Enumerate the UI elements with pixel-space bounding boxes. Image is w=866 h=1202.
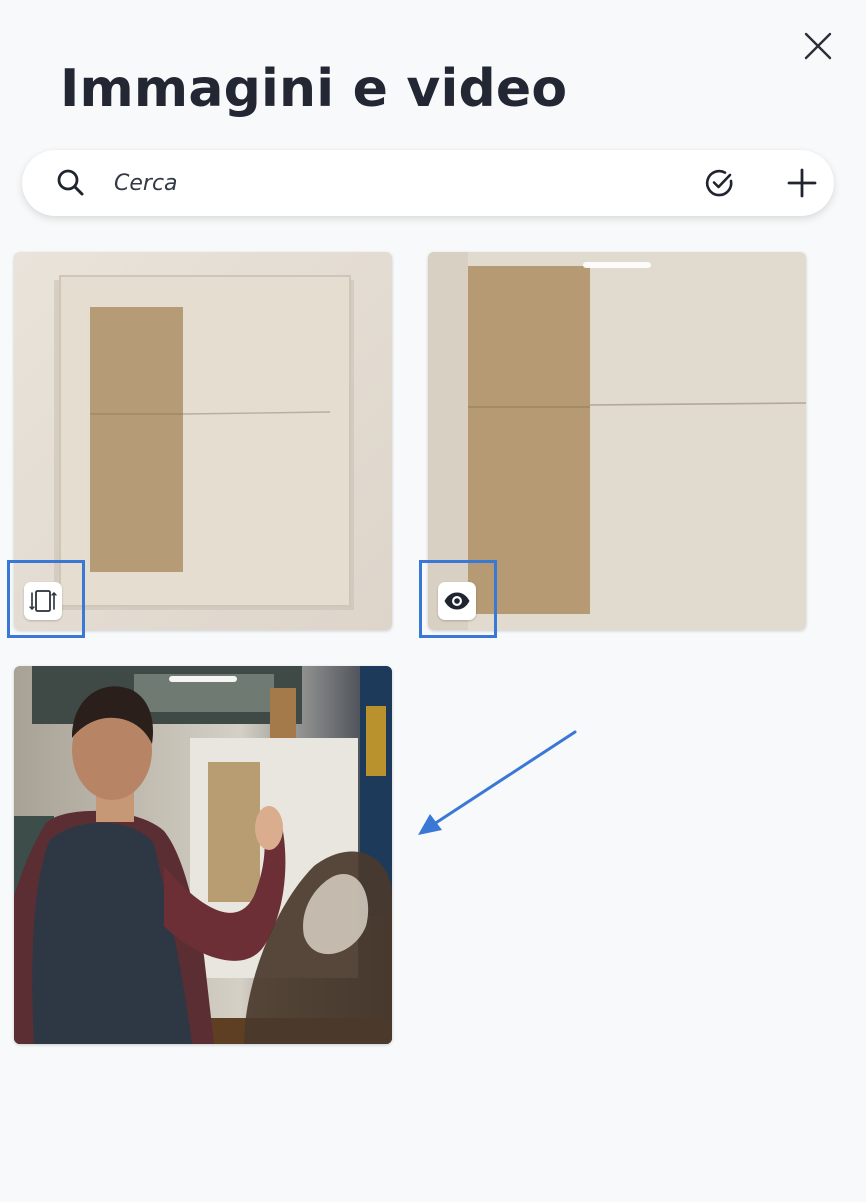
close-icon <box>804 32 832 60</box>
page-title: Immagini e video <box>60 59 568 119</box>
media-item-canvas-closeup[interactable] <box>428 252 806 630</box>
search-icon <box>57 169 84 196</box>
media-item-canvas-artwork[interactable] <box>14 252 392 630</box>
media-panel: Immagini e video <box>0 0 866 1202</box>
close-button[interactable] <box>798 26 838 66</box>
add-button[interactable] <box>782 164 822 202</box>
select-button[interactable] <box>700 166 740 200</box>
drag-handle[interactable] <box>583 262 651 268</box>
artist-photo-image <box>14 666 392 1044</box>
media-item-artist-photo[interactable] <box>14 666 392 1044</box>
canvas-closeup-image <box>428 252 806 630</box>
plus-icon <box>787 168 817 198</box>
annotation-arrow-icon <box>418 730 577 835</box>
animation-badge[interactable] <box>24 582 62 620</box>
check-circle-icon <box>705 169 733 197</box>
preview-badge[interactable] <box>438 582 476 620</box>
search-bar <box>22 150 834 216</box>
search-input[interactable] <box>114 162 654 204</box>
eye-icon <box>444 592 470 610</box>
animation-icon <box>29 590 57 612</box>
canvas-artwork-image <box>14 252 392 630</box>
drag-handle[interactable] <box>169 676 237 682</box>
